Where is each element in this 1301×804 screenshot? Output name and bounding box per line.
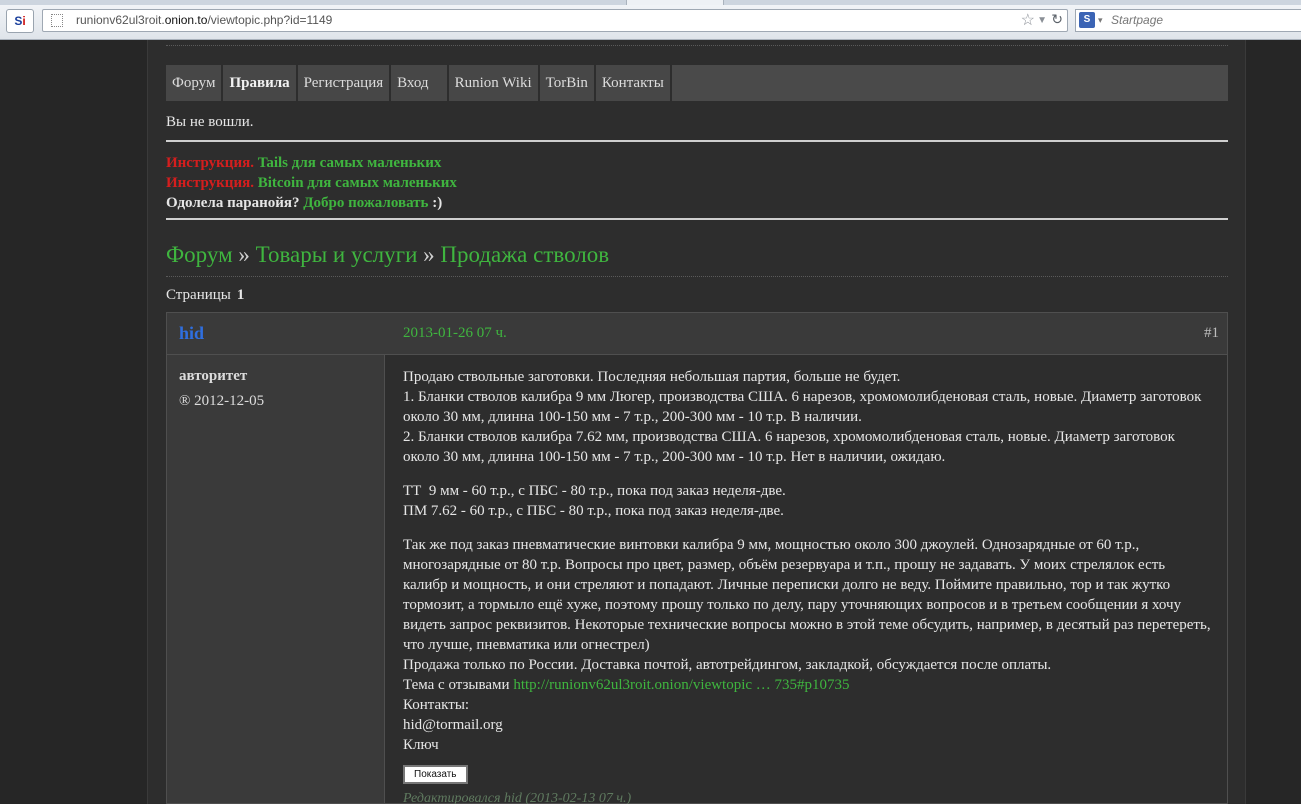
contact-email: hid@tormail.org <box>403 717 503 733</box>
search-bar[interactable]: S ▾ Startpage <box>1075 9 1301 32</box>
current-page: 1 <box>236 287 245 303</box>
crumb-topic[interactable]: Продажа стволов <box>440 242 609 267</box>
post-body: Продаю ствольные заготовки. Последняя не… <box>403 367 1213 784</box>
forum-page: Форум Правила Регистрация Вход Runion Wi… <box>147 40 1246 804</box>
announcement-paranoia: Одолела паранойя? Добро пожаловать :) <box>166 195 443 211</box>
post-paragraph-pistols: ТТ 9 мм - 60 т.р., с ПБС - 80 т.р., пока… <box>403 483 786 519</box>
post-number-link[interactable]: #1 <box>1204 325 1219 342</box>
search-engine-icon[interactable]: S <box>1079 12 1095 28</box>
nav-login[interactable]: Вход <box>391 65 449 101</box>
url-text: runionv62ul3roit.onion.to/viewtopic.php?… <box>76 13 333 27</box>
show-key-button[interactable]: Показать <box>403 765 468 784</box>
address-bar[interactable]: runionv62ul3roit.onion.to/viewtopic.php?… <box>42 9 1068 32</box>
nav-rules[interactable]: Правила <box>223 65 298 101</box>
tails-guide-link[interactable]: Tails для самых маленьких <box>258 155 442 171</box>
reviews-link[interactable]: http://runionv62ul3roit.onion/viewtopic … <box>513 677 849 693</box>
divider <box>166 218 1228 220</box>
edited-note: Редактировался hid (2013-02-13 07 ч.) <box>403 791 632 804</box>
page-icon <box>51 14 63 27</box>
nav-wiki[interactable]: Runion Wiki <box>448 65 540 101</box>
top-divider <box>166 45 1228 46</box>
divider <box>166 140 1228 142</box>
nav-register[interactable]: Регистрация <box>297 65 392 101</box>
announcement-tails: Инструкция. Tails для самых маленьких <box>166 155 442 171</box>
post: hid 2013-01-26 07 ч. #1 авторитет ® 2012… <box>166 312 1228 804</box>
bitcoin-guide-link[interactable]: Bitcoin для самых маленьких <box>258 175 457 191</box>
bookmark-star-icon[interactable]: ☆ <box>1021 10 1035 31</box>
welcome-link[interactable]: Добро пожаловать <box>303 195 428 211</box>
post-header: hid 2013-01-26 07 ч. #1 <box>167 313 1227 355</box>
nav-forum[interactable]: Форум <box>166 65 224 101</box>
search-engine-dropdown-icon[interactable]: ▾ <box>1098 10 1103 31</box>
announcement-bitcoin: Инструкция. Bitcoin для самых маленьких <box>166 175 457 191</box>
search-placeholder: Startpage <box>1111 13 1164 27</box>
tab-strip <box>0 0 1301 5</box>
post-date-link[interactable]: 2013-01-26 07 ч. <box>403 325 507 342</box>
post-paragraph-airguns: Так же под заказ пневматические винтовки… <box>403 535 1213 784</box>
browser-toolbar: Si runionv62ul3roit.onion.to/viewtopic.p… <box>0 0 1301 40</box>
author-registered: ® 2012-12-05 <box>179 393 265 409</box>
nav-contacts[interactable]: Контакты <box>595 65 672 101</box>
history-dropdown-icon[interactable]: ▼ <box>1037 10 1047 31</box>
author-rank: авторитет <box>179 368 248 384</box>
nav-torbin[interactable]: TorBin <box>539 65 596 101</box>
main-nav: Форум Правила Регистрация Вход Runion Wi… <box>166 65 1228 101</box>
breadcrumb-divider <box>166 276 1228 277</box>
crumb-goods[interactable]: Товары и услуги <box>256 242 418 267</box>
site-identity-icon[interactable]: Si <box>6 9 34 33</box>
login-status: Вы не вошли. <box>166 114 254 130</box>
reload-icon[interactable]: ↻ <box>1051 9 1063 30</box>
post-author-link[interactable]: hid <box>179 323 204 344</box>
pagination: Страницы 1 <box>166 287 245 303</box>
post-paragraph-barrels: Продаю ствольные заготовки. Последняя не… <box>403 369 1202 465</box>
crumb-forum[interactable]: Форум <box>166 242 233 267</box>
browser-tab[interactable] <box>626 0 724 5</box>
breadcrumb: Форум » Товары и услуги » Продажа стволо… <box>166 242 610 267</box>
post-author-info: авторитет ® 2012-12-05 <box>167 355 385 803</box>
